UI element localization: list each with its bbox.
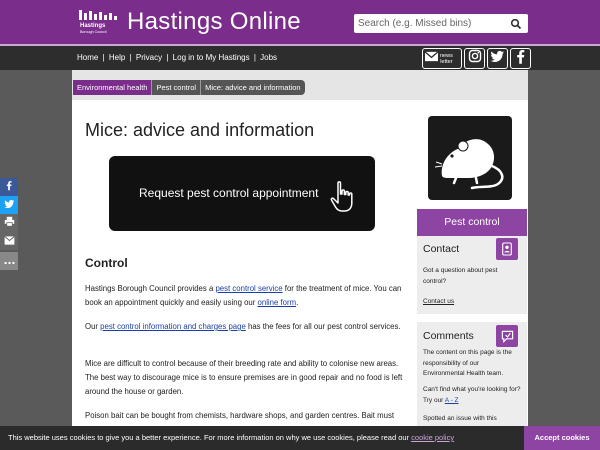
paragraph-poison-bait: Poison bait can be bought from chemists,… (85, 411, 395, 420)
more-icon (3, 252, 15, 270)
nav-link-privacy[interactable]: Privacy (136, 53, 162, 62)
breadcrumb-current-page: Mice: advice and information (200, 80, 305, 95)
social-links: news letter (422, 48, 531, 70)
search-icon[interactable] (510, 17, 522, 30)
breadcrumb-pest-control[interactable]: Pest control (151, 80, 201, 95)
paragraph-difficulty: Mice are difficult to control because of… (85, 359, 403, 396)
search-box (354, 14, 528, 33)
contact-panel: Contact Got a question about pest contro… (417, 236, 527, 314)
nav-link-login[interactable]: Log in to My Hastings (173, 53, 250, 62)
page-title: Mice: advice and information (85, 120, 315, 140)
share-print-button[interactable] (0, 214, 18, 232)
nav-link-jobs[interactable]: Jobs (260, 53, 277, 62)
email-icon (3, 232, 15, 250)
share-more-button[interactable] (0, 252, 18, 270)
cta-label: Request pest control appointment (139, 186, 319, 200)
section-heading-control: Control (85, 256, 128, 270)
print-icon (4, 214, 15, 232)
pest-control-service-link[interactable]: pest control service (215, 284, 282, 293)
contact-text: Got a question about pest control? (423, 267, 498, 285)
contact-heading: Contact (423, 243, 460, 255)
comments-speech-icon (496, 325, 518, 347)
nav-link-home[interactable]: Home (77, 53, 98, 62)
cookie-banner: This website uses cookies to give you a … (0, 426, 600, 450)
sidebar-pest-control-link[interactable]: Pest control (417, 209, 527, 236)
request-appointment-button[interactable]: Request pest control appointment (109, 156, 375, 231)
instagram-button[interactable] (464, 48, 485, 69)
paragraph-service: Hastings Borough Council provides a pest… (85, 284, 402, 307)
site-header: Hastings Borough Council Hastings Online (0, 0, 600, 44)
comments-heading: Comments (423, 330, 474, 342)
svg-text:Borough Council: Borough Council (80, 30, 107, 34)
newsletter-icon (424, 50, 439, 68)
paragraph-charges: Our pest control information and charges… (85, 322, 401, 331)
charges-page-link[interactable]: pest control information and charges pag… (100, 322, 246, 331)
comments-az-text: Can't find what you're looking for? Try … (423, 386, 521, 404)
cookie-policy-link[interactable]: cookie policy (411, 433, 454, 442)
comments-issue-text: Spotted an issue with this (423, 415, 497, 422)
cookie-message: This website uses cookies to give you a … (8, 433, 455, 442)
newsletter-label: news letter (440, 52, 453, 65)
svg-text:Hastings: Hastings (80, 23, 106, 29)
council-logo-mark: Hastings Borough Council (77, 8, 125, 34)
instagram-icon (468, 49, 482, 68)
nav-separator: | (253, 53, 256, 62)
facebook-icon (6, 178, 12, 196)
a-z-link[interactable]: A - Z (445, 397, 459, 404)
share-email-button[interactable] (0, 232, 18, 250)
twitter-icon (490, 50, 505, 68)
council-logo[interactable]: Hastings Borough Council (77, 8, 125, 34)
breadcrumb-environmental-health[interactable]: Environmental health (73, 80, 152, 95)
utility-nav: Home | Help | Privacy | Log in to My Has… (0, 44, 600, 70)
nav-separator: | (166, 53, 169, 62)
pointer-hand-icon (327, 180, 357, 214)
rat-image (428, 116, 512, 200)
comments-responsibility-text: The content on this page is the responsi… (423, 349, 512, 377)
twitter-icon (3, 196, 15, 214)
online-form-link[interactable]: online form (258, 298, 297, 307)
twitter-button[interactable] (487, 48, 508, 69)
nav-link-help[interactable]: Help (109, 53, 125, 62)
facebook-icon (516, 49, 525, 69)
accept-cookies-button[interactable]: Accept cookies (524, 426, 600, 450)
contact-phone-icon (496, 238, 518, 260)
site-title[interactable]: Hastings Online (127, 8, 301, 36)
breadcrumb: Environmental health Pest control Mice: … (73, 80, 305, 95)
rat-icon (434, 139, 504, 190)
utility-links: Home | Help | Privacy | Log in to My Has… (77, 53, 277, 62)
nav-separator: | (102, 53, 105, 62)
share-twitter-button[interactable] (0, 196, 18, 214)
search-input[interactable] (354, 14, 504, 33)
facebook-button[interactable] (510, 48, 531, 69)
newsletter-button[interactable]: news letter (422, 48, 462, 69)
contact-us-link[interactable]: Contact us (423, 297, 521, 308)
share-facebook-button[interactable] (0, 178, 18, 196)
main-content: Mice: advice and information Request pes… (72, 100, 528, 450)
nav-separator: | (129, 53, 132, 62)
